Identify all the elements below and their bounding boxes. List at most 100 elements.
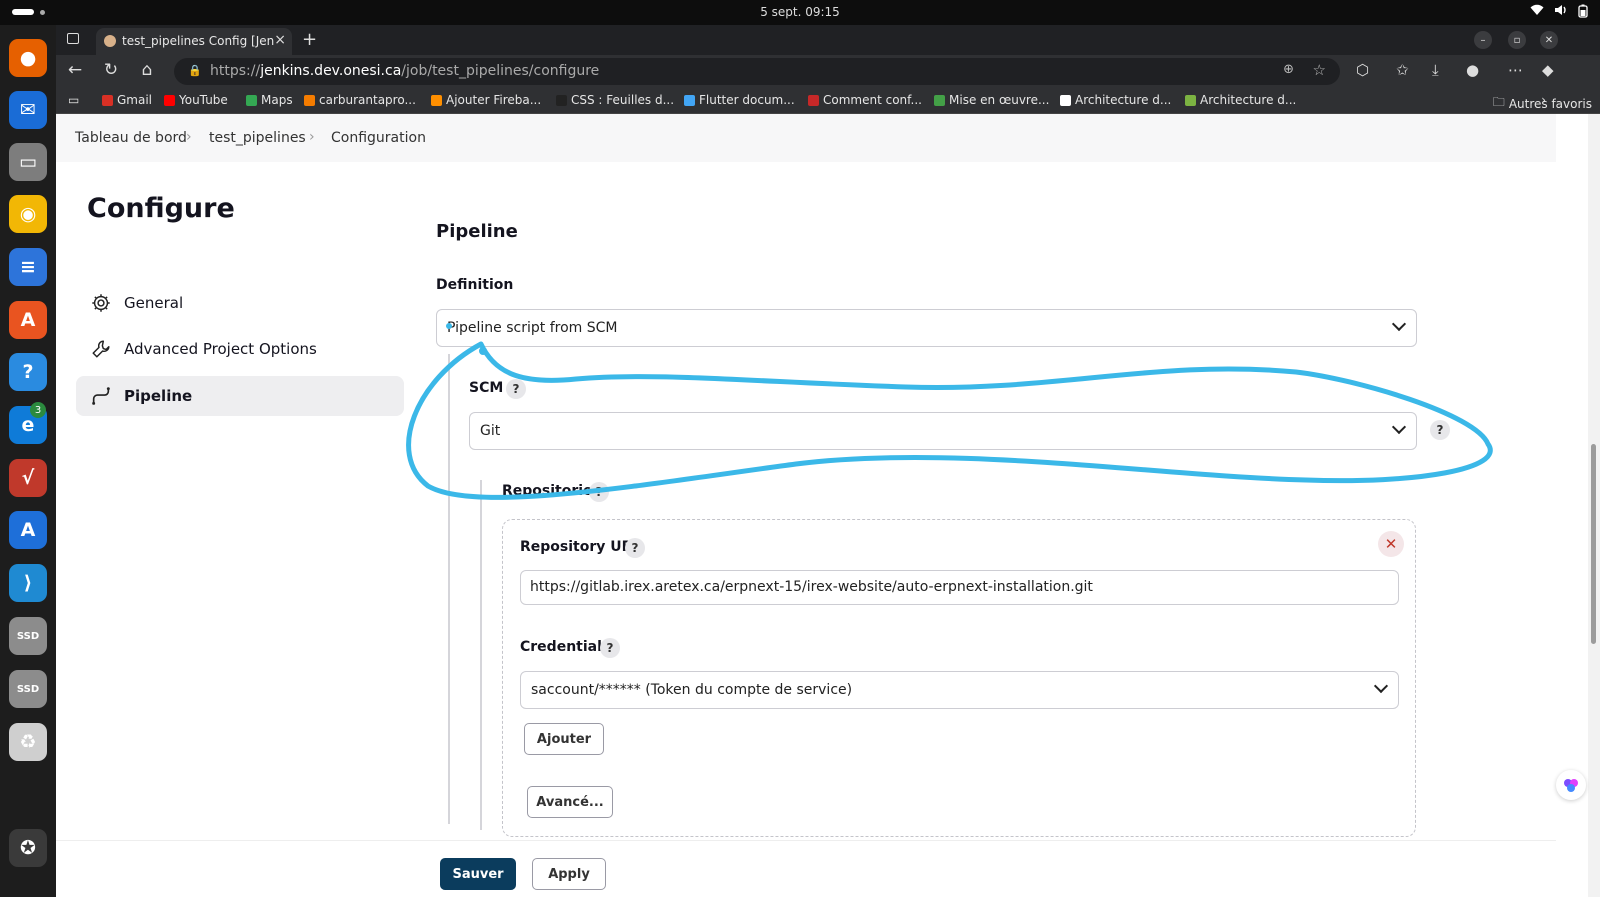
dock-app-files[interactable]: ▭ (9, 143, 47, 181)
dock-app-app-center[interactable]: A (9, 301, 47, 339)
bookmark-favicon-icon (1060, 94, 1071, 106)
downloads-icon[interactable]: ⤓ (1432, 61, 1439, 79)
breadcrumb-job[interactable]: test_pipelines (209, 130, 306, 146)
dock-app-help[interactable]: ? (9, 353, 47, 391)
url-host: jenkins.dev.onesi.ca (260, 63, 402, 79)
home-icon[interactable]: ⌂ (136, 60, 158, 80)
advanced-button[interactable]: Avancé... (527, 786, 613, 818)
bookmark-label: Architecture d... (1075, 93, 1172, 107)
repo-url-help-icon[interactable]: ? (625, 538, 645, 558)
bookmark-item[interactable]: carburantapro... (304, 93, 416, 107)
breadcrumb-separator-icon: › (186, 129, 192, 145)
lock-icon[interactable]: 🔒 (188, 64, 202, 77)
assistant-floating-icon[interactable] (1556, 770, 1586, 800)
form-footer: Sauver Apply (56, 840, 1556, 897)
volume-icon[interactable] (1554, 4, 1568, 21)
bookmark-label: Flutter docum... (699, 93, 795, 107)
tab-actions-icon[interactable] (67, 33, 79, 44)
dock-app-writer[interactable]: ≡ (9, 248, 47, 286)
dock-app-math[interactable]: √ (9, 459, 47, 497)
system-tray[interactable] (1530, 4, 1588, 21)
save-button[interactable]: Sauver (440, 858, 516, 890)
wifi-icon[interactable] (1530, 4, 1544, 21)
scrollbar-thumb[interactable] (1591, 444, 1596, 644)
bookmark-item[interactable]: Architecture d... (1060, 93, 1171, 107)
dock-app-trash[interactable]: ♻ (9, 723, 47, 761)
system-clock[interactable]: 5 sept. 09:15 (0, 5, 1600, 19)
zoom-icon[interactable]: ⊕ (1283, 62, 1294, 77)
bookmark-label: Maps (261, 93, 293, 107)
reload-icon[interactable]: ↻ (100, 60, 122, 80)
dock-app-firefox[interactable]: ● (9, 39, 47, 77)
minimize-icon[interactable]: – (1474, 31, 1492, 49)
close-tab-icon[interactable]: × (274, 32, 286, 48)
bookmark-item[interactable]: Ajouter Fireba... (431, 93, 541, 107)
definition-select[interactable]: Pipeline script from SCM (436, 309, 1417, 347)
nesting-line (480, 480, 482, 830)
credentials-label: Credentials (520, 639, 611, 655)
bookmark-item[interactable]: Gmail (102, 93, 152, 107)
pipeline-icon (92, 387, 110, 405)
apply-button[interactable]: Apply (532, 858, 606, 890)
bookmark-item[interactable]: Comment conf... (808, 93, 922, 107)
profile-icon[interactable]: ● (1466, 61, 1479, 79)
gear-icon (92, 294, 110, 312)
new-tab-icon[interactable]: + (302, 29, 317, 50)
scm-label: SCM (469, 380, 504, 396)
other-bookmarks[interactable]: 🗀 Autres favoris (1493, 93, 1592, 114)
bookmark-item[interactable]: Flutter docum... (684, 93, 795, 107)
folder-icon: 🗀 (1492, 95, 1505, 109)
breadcrumb-configuration[interactable]: Configuration (331, 130, 426, 146)
dock-app-vscode[interactable]: ⟩ (9, 564, 47, 602)
browser-tab[interactable]: test_pipelines Config [Jen × (96, 28, 292, 55)
repo-url-input[interactable]: https://gitlab.irex.aretex.ca/erpnext-15… (520, 570, 1399, 605)
credentials-select[interactable]: saccount/****** (Token du compte de serv… (520, 671, 1399, 709)
scm-select[interactable]: Git (469, 412, 1417, 450)
bookmark-favicon-icon (164, 94, 175, 106)
bookmark-label: Gmail (117, 93, 153, 107)
bookmark-label: Mise en œuvre... (949, 93, 1050, 107)
bookmark-label: CSS : Feuilles d... (571, 93, 675, 107)
dock-app-app-store[interactable]: A (9, 511, 47, 549)
dock-app-ubuntu[interactable]: ✪ (9, 829, 47, 867)
bookmark-label: YouTube (179, 93, 228, 107)
favorite-star-icon[interactable]: ☆ (1313, 61, 1326, 79)
more-menu-icon[interactable]: ⋯ (1508, 61, 1523, 79)
tab-strip: test_pipelines Config [Jen × + – ▫ ✕ (56, 25, 1600, 55)
repositories-help-icon[interactable]: ? (589, 482, 609, 502)
bookmark-item[interactable]: Mise en œuvre... (934, 93, 1049, 107)
back-icon[interactable]: ← (64, 60, 86, 80)
breadcrumb-dashboard[interactable]: Tableau de bord (75, 130, 187, 146)
bookmark-item[interactable]: Maps (246, 93, 293, 107)
page-scrollbar[interactable] (1588, 114, 1600, 897)
add-credentials-button[interactable]: Ajouter (524, 723, 604, 755)
credentials-help-icon[interactable]: ? (600, 638, 620, 658)
scm-help-icon[interactable]: ? (506, 379, 526, 399)
restore-icon[interactable]: ▫ (1508, 31, 1526, 49)
reading-list-icon[interactable]: ▭ (68, 93, 79, 107)
bookmark-favicon-icon (102, 94, 113, 106)
scm-select-help-icon[interactable]: ? (1430, 420, 1450, 440)
sidebar-item-general[interactable]: General (76, 283, 404, 323)
remove-repository-icon[interactable]: ✕ (1378, 531, 1404, 557)
bookmark-item[interactable]: CSS : Feuilles d... (556, 93, 674, 107)
favorites-icon[interactable]: ✩ (1396, 61, 1409, 79)
chevron-down-icon (1373, 678, 1389, 694)
battery-icon[interactable] (1578, 4, 1588, 21)
dock-app-rhythmbox[interactable]: ◉ (9, 195, 47, 233)
sidebar-item-pipeline[interactable]: Pipeline (76, 376, 404, 416)
page-title: Configure (87, 193, 235, 224)
bookmark-item[interactable]: Architecture d... (1185, 93, 1296, 107)
extensions-icon[interactable]: ⬡ (1356, 61, 1369, 79)
dock-app-thunderbird[interactable]: ✉ (9, 91, 47, 129)
scm-value: Git (480, 423, 501, 439)
close-window-icon[interactable]: ✕ (1540, 31, 1558, 49)
dock-app-ssd-2[interactable]: SSD (9, 670, 47, 708)
system-top-bar: 5 sept. 09:15 (0, 0, 1600, 25)
copilot-icon[interactable]: ◆ (1542, 61, 1554, 79)
dock-app-ssd-1[interactable]: SSD (9, 617, 47, 655)
address-bar[interactable]: 🔒 https://jenkins.dev.onesi.ca/job/test_… (174, 58, 1340, 85)
bookmark-item[interactable]: YouTube (164, 93, 228, 107)
breadcrumb-separator-icon: › (309, 129, 315, 145)
sidebar-item-advanced[interactable]: Advanced Project Options (76, 329, 404, 369)
